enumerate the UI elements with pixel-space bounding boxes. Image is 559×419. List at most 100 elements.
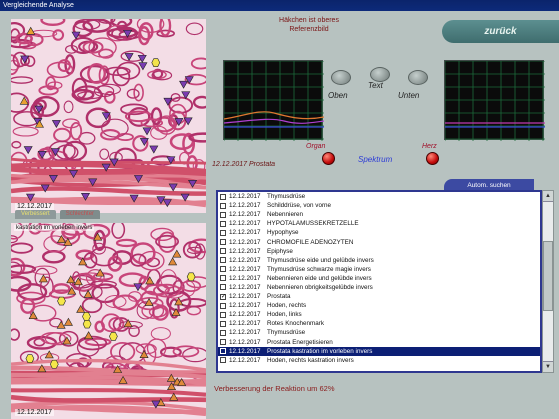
list-item[interactable]: 12.12.2017 Thymusdrüse <box>218 192 540 201</box>
list-item-checkbox[interactable] <box>220 302 226 309</box>
list-item-label: Prostata Energetisieren <box>267 338 333 346</box>
list-item-checkbox[interactable] <box>220 284 226 291</box>
list-item-label: Nebennieren <box>267 211 304 219</box>
list-item[interactable]: 12.12.2017 Hypophyse <box>218 228 540 237</box>
list-item[interactable]: 12.12.2017 Rotes Knochenmark <box>218 319 540 328</box>
list-item[interactable]: 12.12.2017 Nebennieren eide und gelübde i… <box>218 274 540 283</box>
list-item[interactable]: 12.12.2017 HYPOTALAMUSSEKRETZELLE <box>218 219 540 228</box>
list-item-checkbox[interactable] <box>220 229 226 236</box>
list-item[interactable]: 12.12.2017 Schilddrüse, von vorne <box>218 201 540 210</box>
list-item-label: Schilddrüse, von vorne <box>267 202 332 210</box>
list-item-date: 12.12.2017 <box>229 347 261 355</box>
list-item-date: 12.12.2017 <box>229 202 261 210</box>
list-item-label: Thymusdrüse eide und gelübde invers <box>267 256 374 264</box>
list-item[interactable]: 12.12.2017 Hoden, rechts kastration inver… <box>218 356 540 365</box>
list-item-date: 12.12.2017 <box>229 293 261 301</box>
analysis-list[interactable]: 12.12.2017 Thymusdrüse 12.12.2017 Schilddrü… <box>216 190 542 373</box>
window-titlebar: Vergleichende Analyse <box>0 0 559 11</box>
list-item[interactable]: 12.12.2017 Thymusdrüse <box>218 328 540 337</box>
list-item-label: Hoden, rechts kastration invers <box>267 356 354 364</box>
top-image-date: 12.12.2017 <box>15 203 55 210</box>
list-item-checkbox[interactable] <box>220 339 226 346</box>
oben-button[interactable] <box>331 70 351 85</box>
list-item-date: 12.12.2017 <box>229 274 261 282</box>
list-item-checkbox[interactable] <box>220 275 226 282</box>
list-item-checkbox[interactable] <box>220 220 226 227</box>
list-item-label: Hoden, rechts <box>267 302 307 310</box>
tab-schlechter[interactable]: Schlechter <box>59 210 101 219</box>
scroll-up-icon[interactable]: ▲ <box>543 191 553 202</box>
window-title: Vergleichende Analyse <box>3 2 74 9</box>
list-item-date: 12.12.2017 <box>229 211 261 219</box>
list-item-label: Prostata <box>267 293 291 301</box>
organ-waveform-display <box>224 61 324 141</box>
list-item-date: 12.12.2017 <box>229 238 261 246</box>
herz-waveform-display <box>445 61 545 141</box>
organ-indicator-icon <box>322 152 335 165</box>
list-item-label: Nebennieren eide und gelübde invers <box>267 274 372 282</box>
unten-button[interactable] <box>408 70 428 85</box>
list-item-label: Nebennieren obrigkeitsgelübde invers <box>267 283 373 291</box>
list-item[interactable]: 12.12.2017 Prostata kastration im vorlebe… <box>218 346 540 356</box>
list-item-date: 12.12.2017 <box>229 256 261 264</box>
list-item-date: 12.12.2017 <box>229 220 261 228</box>
tissue-image-top <box>11 19 206 213</box>
list-item[interactable]: 12.12.2017 Epiphyse <box>218 247 540 256</box>
list-item-date: 12.12.2017 <box>229 338 261 346</box>
list-item[interactable]: 12.12.2017 Thymusdrüse schwarze magie inv… <box>218 265 540 274</box>
list-scrollbar[interactable]: ▲ ▼ <box>542 190 554 373</box>
list-item-date: 12.12.2017 <box>229 265 261 273</box>
comparison-tissue-image: kastration im vorleben invers 12.12.2017 <box>11 223 206 419</box>
list-item[interactable]: ✓ 12.12.2017 Prostata <box>218 292 540 301</box>
list-item-date: 12.12.2017 <box>229 329 261 337</box>
herz-indicator-icon <box>426 152 439 165</box>
reference-hint-line1: Häkchen ist oberes <box>279 17 339 24</box>
list-item-date: 12.12.2017 <box>229 320 261 328</box>
list-item-checkbox[interactable] <box>220 248 226 255</box>
list-item-date: 12.12.2017 <box>229 302 261 310</box>
organ-scope <box>223 60 324 141</box>
organ-label: Organ <box>306 143 326 150</box>
list-item-date: 12.12.2017 <box>229 193 261 201</box>
list-item[interactable]: 12.12.2017 CHROMOFILE ADENOZYTEN <box>218 237 540 246</box>
scroll-thumb[interactable] <box>543 241 553 311</box>
scroll-down-icon[interactable]: ▼ <box>543 361 553 372</box>
list-item-checkbox[interactable] <box>220 320 226 327</box>
list-item[interactable]: 12.12.2017 Hoden, links <box>218 310 540 319</box>
list-item[interactable]: 12.12.2017 Nebennieren obrigkeitsgelübde … <box>218 283 540 292</box>
reference-tissue-image: 12.12.2017 <box>11 19 206 213</box>
list-item-label: Thymusdrüse schwarze magie invers <box>267 265 371 273</box>
list-item-label: CHROMOFILE ADENOZYTEN <box>267 238 354 246</box>
list-item-checkbox[interactable] <box>220 257 226 264</box>
text-button[interactable] <box>370 67 390 82</box>
bottom-image-caption: kastration im vorleben invers <box>14 225 95 231</box>
list-item-date: 12.12.2017 <box>229 247 261 255</box>
list-item-checkbox[interactable] <box>220 266 226 273</box>
spectrum-area: Oben Text Unten Organ Spektrum Herz <box>210 55 559 168</box>
list-item-checkbox[interactable]: ✓ <box>220 293 226 300</box>
result-tabs: Verbessert Schlechter <box>15 210 101 219</box>
list-item-checkbox[interactable] <box>220 193 226 200</box>
list-item-label: Prostata kastration im vorleben invers <box>267 347 373 355</box>
list-item-checkbox[interactable] <box>220 348 226 355</box>
list-item[interactable]: 12.12.2017 Hoden, rechts <box>218 301 540 310</box>
list-item-checkbox[interactable] <box>220 202 226 209</box>
list-item-checkbox[interactable] <box>220 239 226 246</box>
list-item-date: 12.12.2017 <box>229 311 261 319</box>
list-item-checkbox[interactable] <box>220 311 226 318</box>
herz-label: Herz <box>422 143 437 150</box>
reference-hint-line2: Referenzbild <box>289 26 329 33</box>
list-item-checkbox[interactable] <box>220 329 226 336</box>
left-panel: 12.12.2017 Verbessert Schlechter kastrat… <box>0 11 210 419</box>
list-item[interactable]: 12.12.2017 Thymusdrüse eide und gelübde i… <box>218 256 540 265</box>
back-button[interactable]: zurück <box>442 20 559 43</box>
list-item[interactable]: 12.12.2017 Prostata Energetisieren <box>218 338 540 347</box>
list-item-label: Rotes Knochenmark <box>267 320 325 328</box>
list-item-label: Hypophyse <box>267 229 299 237</box>
oben-label: Oben <box>328 91 348 100</box>
list-item-checkbox[interactable] <box>220 357 226 364</box>
list-item-checkbox[interactable] <box>220 211 226 218</box>
tab-verbessert[interactable]: Verbessert <box>15 210 56 219</box>
list-item-date: 12.12.2017 <box>229 356 261 364</box>
list-item[interactable]: 12.12.2017 Nebennieren <box>218 210 540 219</box>
